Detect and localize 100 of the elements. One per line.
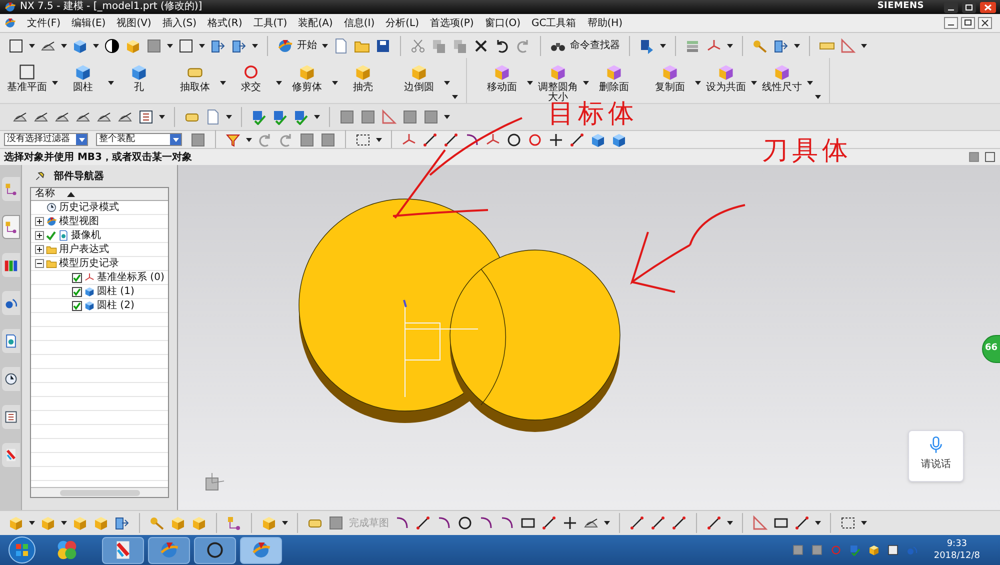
toolbar-button[interactable]: 圆柱 [60, 61, 106, 93]
dropdown-caret-icon[interactable] [314, 115, 320, 119]
shaded-circle-icon[interactable] [104, 38, 120, 54]
menu-item[interactable]: 编辑(E) [72, 16, 106, 30]
horizontal-scrollbar[interactable] [31, 487, 168, 497]
menu-item[interactable]: 文件(F) [27, 16, 61, 30]
menu-item[interactable]: 格式(R) [208, 16, 242, 30]
dropdown-caret-icon[interactable] [332, 81, 338, 85]
dropdown-caret-icon[interactable] [604, 521, 610, 525]
toolbar-button[interactable]: 复制面 [647, 61, 693, 93]
dropdown-caret-icon[interactable] [252, 44, 258, 48]
side-tab[interactable] [2, 405, 20, 429]
menu-item[interactable]: 装配(A) [298, 16, 333, 30]
expand-icon[interactable] [35, 217, 44, 226]
toolbar-button[interactable]: 修剪体 [284, 61, 330, 93]
tree-item[interactable]: 模型历史记录 [59, 258, 119, 270]
dropdown-caret-icon[interactable] [751, 81, 757, 85]
close-icon[interactable] [978, 17, 992, 29]
axes-icon[interactable] [485, 132, 501, 148]
arrow-icon[interactable] [231, 38, 247, 54]
line-icon[interactable] [443, 132, 459, 148]
dropdown-caret-icon[interactable] [220, 81, 226, 85]
dropdown-caret-icon[interactable] [29, 521, 35, 525]
key-icon[interactable] [752, 38, 768, 54]
square-icon[interactable] [178, 38, 194, 54]
arrow-icon[interactable] [114, 515, 130, 531]
document-icon[interactable] [205, 109, 221, 125]
line-icon[interactable] [422, 132, 438, 148]
sort-ascending-icon[interactable] [67, 192, 75, 196]
tree-item[interactable]: 历史记录模式 [59, 202, 119, 214]
tree-item[interactable]: 摄像机 [71, 230, 101, 242]
cut-icon[interactable] [410, 38, 426, 54]
close-icon[interactable] [980, 2, 996, 12]
triangle-icon[interactable] [381, 109, 397, 125]
dropdown-caret-icon[interactable] [727, 44, 733, 48]
column-header[interactable]: 名称 [35, 188, 55, 200]
list-icon[interactable] [138, 109, 154, 125]
restore-icon[interactable] [962, 2, 976, 12]
checkbox[interactable] [72, 272, 82, 282]
minimize-icon[interactable] [944, 17, 958, 29]
select-rect-icon[interactable] [355, 132, 371, 148]
dropdown-caret-icon[interactable] [527, 81, 533, 85]
toolbar-button[interactable]: 基准平面 [4, 61, 50, 93]
circle-icon[interactable] [506, 132, 522, 148]
dropdown-caret-icon[interactable] [246, 138, 252, 142]
arc-icon[interactable] [464, 132, 480, 148]
corner-icon[interactable] [499, 515, 515, 531]
save-icon[interactable] [375, 38, 391, 54]
new-file-icon[interactable] [333, 38, 349, 54]
snap-icon[interactable] [401, 132, 417, 148]
info-icon[interactable] [639, 38, 655, 54]
dropdown-caret-icon[interactable] [108, 81, 114, 85]
checkbox[interactable] [72, 300, 82, 310]
voice-input-widget[interactable]: 请说话 [908, 430, 964, 482]
toolbar-button[interactable]: 抽壳 [340, 61, 386, 93]
arc-icon[interactable] [436, 515, 452, 531]
dropdown-caret-icon[interactable] [444, 115, 450, 119]
menu-item[interactable]: 信息(I) [344, 16, 375, 30]
tree-item[interactable]: 圆柱 (1) [97, 286, 134, 298]
tree-item[interactable]: 圆柱 (2) [97, 300, 134, 312]
arrow-icon[interactable] [773, 38, 789, 54]
line-icon[interactable] [569, 132, 585, 148]
check-icon[interactable] [293, 109, 309, 125]
toolbar-button[interactable]: 移动面 [479, 61, 525, 93]
side-tab[interactable] [2, 367, 20, 391]
circle-icon[interactable] [457, 515, 473, 531]
side-tab[interactable] [2, 329, 20, 353]
toolbar-button[interactable]: 设为共面 [703, 61, 749, 93]
filter-dropdown[interactable]: 没有选择过滤器 [4, 133, 88, 146]
menu-item[interactable]: 窗口(O) [484, 16, 521, 30]
dropdown-caret-icon[interactable] [199, 44, 205, 48]
corner-icon[interactable] [478, 515, 494, 531]
start-button[interactable]: 开始 [277, 38, 317, 54]
expand-icon[interactable] [35, 245, 44, 254]
taskbar-button[interactable] [194, 536, 236, 564]
dropdown-caret-icon[interactable] [276, 81, 282, 85]
dropdown-caret-icon[interactable] [226, 115, 232, 119]
tree-item[interactable]: 模型视图 [59, 216, 99, 228]
expand-icon[interactable] [35, 231, 44, 240]
dropdown-caret-icon[interactable] [159, 115, 165, 119]
scope-dropdown[interactable]: 整个装配 [96, 133, 182, 146]
menu-item[interactable]: 视图(V) [116, 16, 152, 30]
dropdown-caret-icon[interactable] [861, 44, 867, 48]
dropdown-caret-icon[interactable] [167, 44, 173, 48]
start-button-icon[interactable] [8, 536, 36, 564]
toolbar-button[interactable]: 调整圆角大小 [535, 61, 581, 103]
pin-icon[interactable] [34, 170, 46, 182]
app-icon[interactable] [56, 539, 78, 561]
menu-item[interactable]: GC工具箱 [532, 16, 576, 30]
check-icon[interactable] [251, 109, 267, 125]
dropdown-caret-icon[interactable] [61, 521, 67, 525]
check-icon[interactable] [272, 109, 288, 125]
dropdown-caret-icon[interactable] [61, 44, 67, 48]
line-icon[interactable] [415, 515, 431, 531]
dropdown-caret-icon[interactable] [794, 44, 800, 48]
toolbar-button[interactable]: 求交 [228, 61, 274, 93]
dropdown-caret-icon[interactable] [727, 521, 733, 525]
dropdown-caret-icon[interactable] [52, 81, 58, 85]
graphics-canvas[interactable]: 66 请说话 [178, 165, 1000, 510]
menu-item[interactable]: 工具(T) [253, 16, 288, 30]
